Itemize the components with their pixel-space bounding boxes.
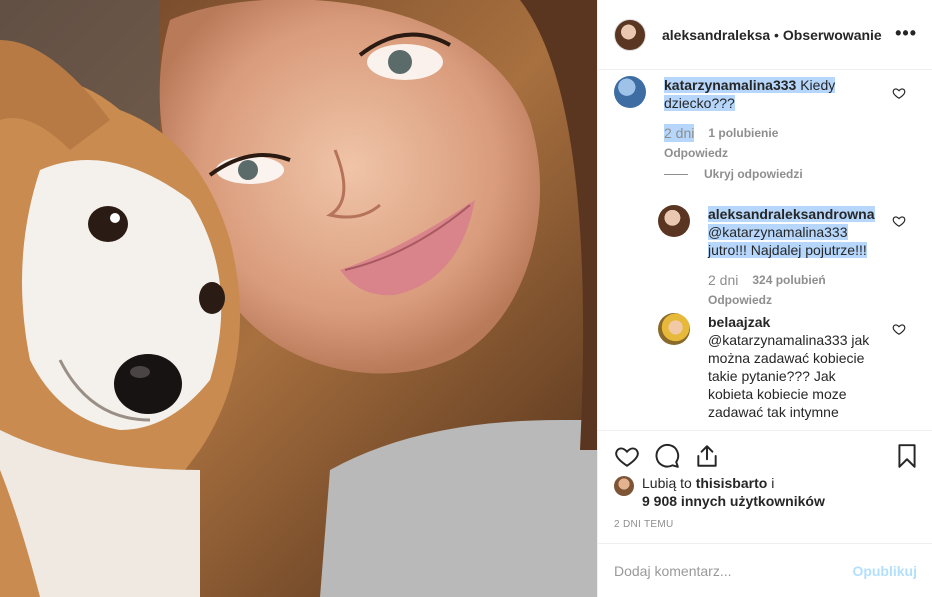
comment-meta: 2 dni 324 polubień	[708, 271, 880, 289]
like-heart-icon[interactable]	[614, 443, 640, 469]
like-comment-heart-icon[interactable]	[892, 86, 906, 100]
post-actions-bar	[598, 430, 932, 480]
comment-likes[interactable]: 1 polubienie	[708, 124, 778, 142]
comment-body: belaajzak @katarzynamalina333 jak można …	[708, 313, 883, 421]
comment-item: katarzynamalina333 Kiedy dziecko??? 2 dn…	[614, 76, 914, 162]
comment-body: katarzynamalina333 Kiedy dziecko??? 2 dn…	[664, 76, 864, 162]
share-icon[interactable]	[694, 443, 720, 469]
comment-text-line: belaajzak @katarzynamalina333 jak można …	[708, 313, 883, 421]
reply-button[interactable]: Odpowiedz	[664, 144, 864, 162]
publish-button[interactable]: Opublikuj	[852, 563, 917, 579]
comment-text-line: aleksandraleksandrowna @katarzynamalina3…	[708, 205, 880, 259]
post-date[interactable]: 2 DNI TEMU	[614, 519, 674, 530]
comment-likes[interactable]: 324 polubień	[752, 271, 825, 289]
add-comment-section: Opublikuj	[598, 543, 932, 597]
save-bookmark-icon[interactable]	[894, 443, 920, 469]
reply-item: belaajzak @katarzynamalina333 jak można …	[658, 313, 918, 421]
hide-replies-label: Ukryj odpowiedzi	[704, 167, 803, 181]
likes-summary: Lubią to thisisbarto i 9 908 innych użyt…	[614, 474, 825, 510]
likes-text: Lubią to thisisbarto i 9 908 innych użyt…	[642, 474, 825, 510]
comment-username[interactable]: katarzynamalina333	[664, 77, 797, 93]
post-photo[interactable]	[0, 0, 597, 597]
replies-divider-line	[664, 173, 688, 175]
commenter-avatar[interactable]	[614, 76, 646, 108]
like-comment-heart-icon[interactable]	[892, 322, 906, 336]
hide-replies-button[interactable]: Ukryj odpowiedzi	[664, 167, 803, 181]
comment-meta: 2 dni 1 polubienie	[664, 124, 864, 142]
reply-button[interactable]: Odpowiedz	[708, 291, 880, 309]
liker-avatar[interactable]	[614, 476, 634, 496]
following-button[interactable]: Obserwowanie	[783, 27, 882, 43]
comments-list[interactable]: katarzynamalina333 Kiedy dziecko??? 2 dn…	[598, 70, 932, 430]
comment-text-line: katarzynamalina333 Kiedy dziecko???	[664, 76, 864, 112]
comment-bubble-icon[interactable]	[654, 443, 680, 469]
more-icon[interactable]: •••	[895, 24, 917, 42]
post-side-panel: aleksandraleksandrowna • Obserwowanie ••…	[597, 0, 932, 597]
author-avatar[interactable]	[614, 18, 646, 51]
likes-prefix: Lubią to	[642, 475, 692, 491]
likes-conjunction: i	[771, 475, 775, 491]
comment-mention[interactable]: @katarzynamalina333	[708, 332, 848, 348]
comment-body: aleksandraleksandrowna @katarzynamalina3…	[708, 205, 880, 309]
comment-time[interactable]: 2 dni	[664, 124, 695, 142]
comment-username[interactable]: aleksandraleksandrowna	[708, 206, 875, 222]
selfie-with-dog-image	[0, 0, 597, 597]
separator-dot: •	[774, 26, 779, 43]
comment-input[interactable]	[614, 562, 853, 579]
reply-item: aleksandraleksandrowna @katarzynamalina3…	[658, 205, 918, 309]
commenter-avatar[interactable]	[658, 205, 690, 237]
like-comment-heart-icon[interactable]	[892, 214, 906, 228]
comment-mention[interactable]: @katarzynamalina333	[708, 224, 848, 240]
comment-time[interactable]: 2 dni	[708, 271, 738, 289]
comment-text: jutro!!! Najdalej pojutrze!!!	[708, 242, 867, 258]
author-username[interactable]: aleksandraleksandrowna	[662, 27, 770, 43]
commenter-avatar[interactable]	[658, 313, 690, 345]
post-header: aleksandraleksandrowna • Obserwowanie ••…	[598, 0, 932, 70]
comment-username[interactable]: belaajzak	[708, 313, 883, 331]
liker-username[interactable]: thisisbarto	[696, 475, 768, 491]
likes-others-count[interactable]: 9 908 innych użytkowników	[642, 493, 825, 509]
